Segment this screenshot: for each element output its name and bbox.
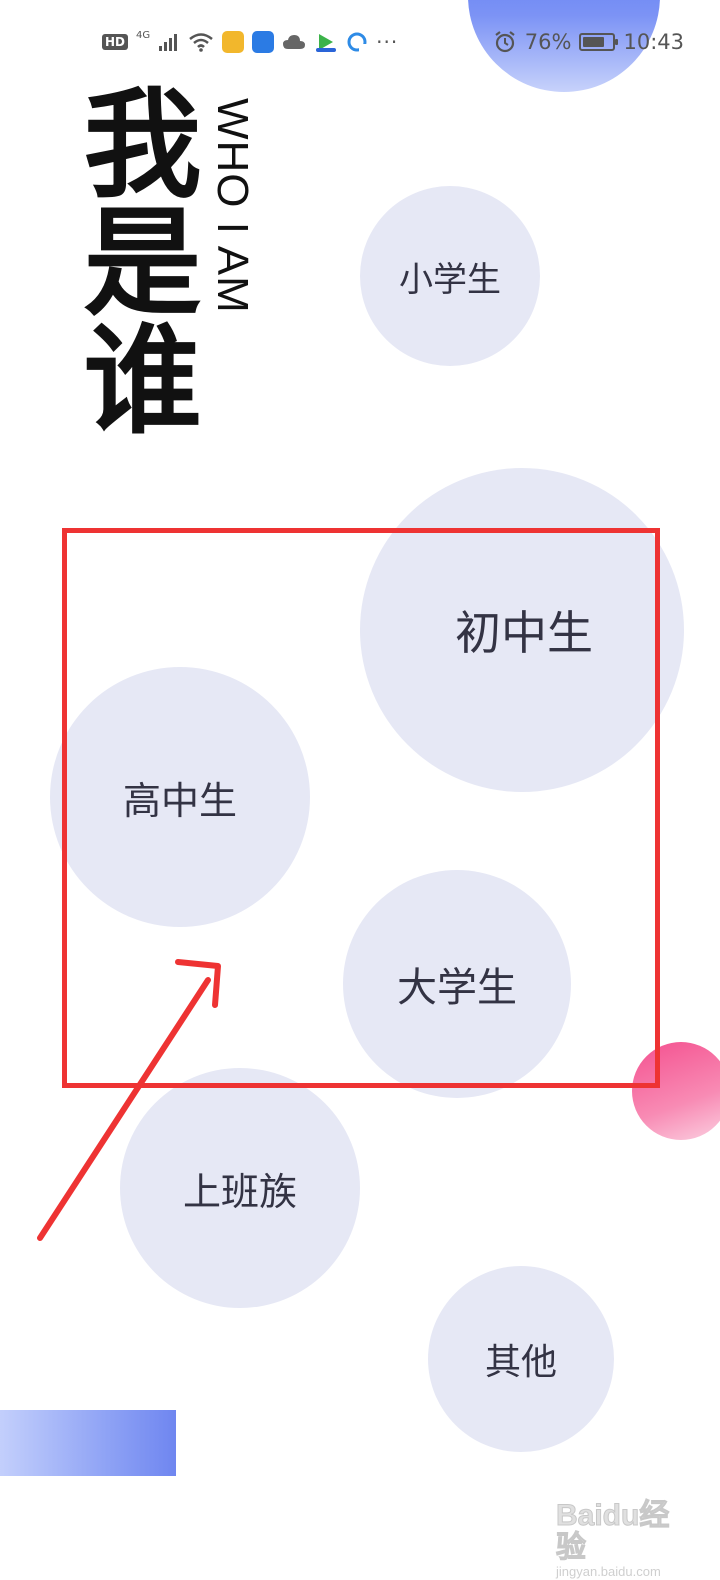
wifi-icon <box>189 33 213 52</box>
battery-percent: 76% <box>524 30 572 54</box>
shield-app-icon <box>252 31 275 53</box>
option-label: 其他 <box>484 1342 557 1383</box>
network-type: 4G <box>136 29 151 41</box>
decorative-blue-bar <box>0 1410 176 1476</box>
page-subtitle: WHO I AM <box>208 98 257 314</box>
watermark-logo: Baidu经验 <box>556 1499 670 1564</box>
battery-icon <box>579 33 619 51</box>
watermark: Baidu经验 jingyan.baidu.com <box>556 1499 696 1580</box>
option-junior-high[interactable]: 初中生 <box>360 468 684 792</box>
browser-app-icon <box>347 32 368 52</box>
option-label: 大学生 <box>397 965 517 1011</box>
hd-badge: HD <box>102 34 129 50</box>
signal-icon <box>159 34 178 51</box>
option-other[interactable]: 其他 <box>428 1266 614 1452</box>
page-title: 我是谁 <box>63 82 201 436</box>
option-primary-school[interactable]: 小学生 <box>360 186 540 366</box>
alarm-icon <box>495 31 515 53</box>
status-bar: HD 4G ··· 76% 10:43 <box>0 0 720 86</box>
cloud-icon <box>283 35 306 49</box>
option-label: 初中生 <box>455 606 593 660</box>
more-notifications: ··· <box>376 30 399 54</box>
app-icon-1 <box>222 31 245 53</box>
status-left: HD 4G ··· <box>102 26 398 58</box>
clock: 10:43 <box>623 30 684 54</box>
option-label: 上班族 <box>182 1169 297 1214</box>
option-office-worker[interactable]: 上班族 <box>120 1068 360 1308</box>
battery-fill <box>583 37 605 47</box>
option-label: 小学生 <box>399 259 501 300</box>
decorative-pink-circle <box>632 1042 720 1140</box>
option-label: 高中生 <box>122 778 237 823</box>
option-senior-high[interactable]: 高中生 <box>50 667 310 927</box>
watermark-url: jingyan.baidu.com <box>556 1564 661 1579</box>
option-college[interactable]: 大学生 <box>343 870 571 1098</box>
status-right: 76% 10:43 <box>493 26 684 58</box>
video-app-icon <box>316 34 337 52</box>
